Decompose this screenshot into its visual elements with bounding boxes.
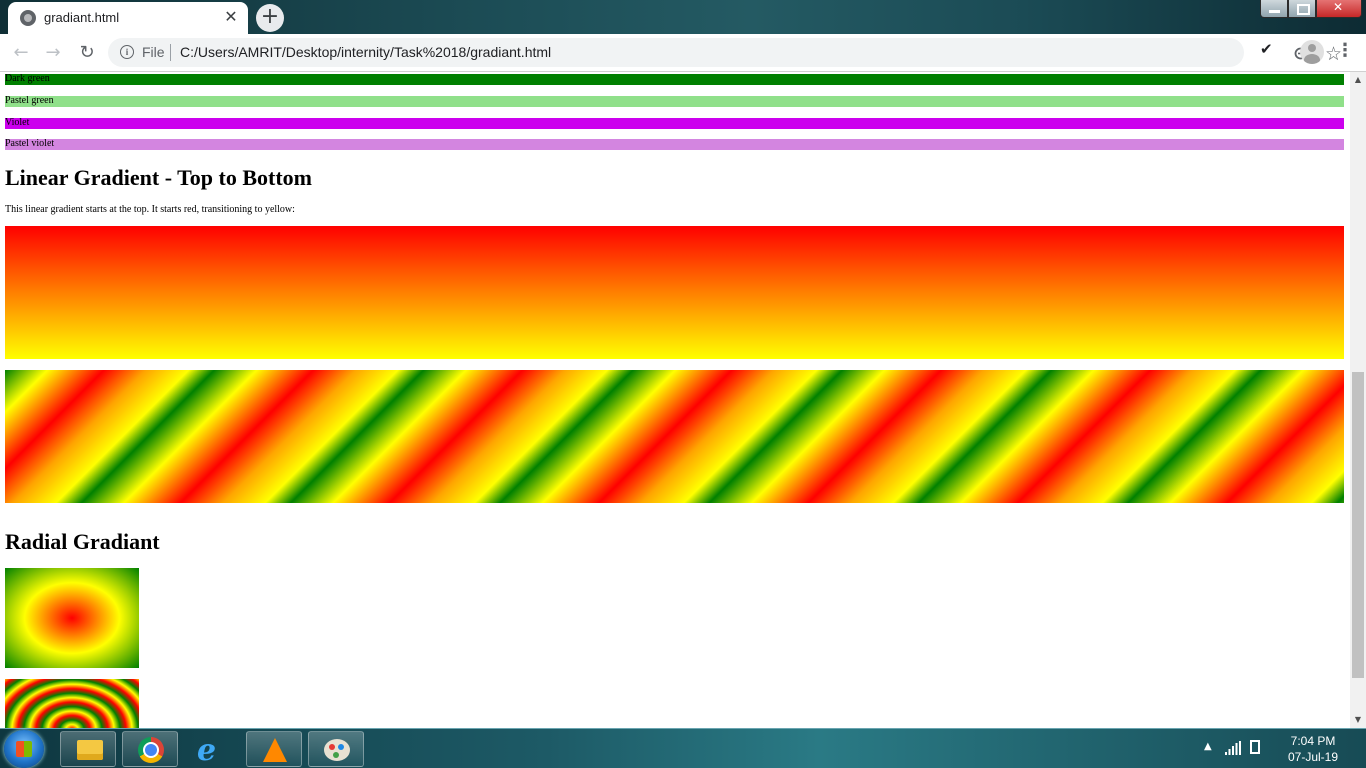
taskbar-clock[interactable]: 7:04 PM 07-Jul-19 [1280,733,1346,765]
color-bar-dark-green: Dark green [5,73,1344,85]
color-bar-pastel-violet: Pastel violet [5,138,1344,150]
address-bar[interactable]: i File C:/Users/AMRIT/Desktop/internity/… [108,38,1342,67]
color-bar-label: Pastel green [5,95,54,106]
taskbar-vlc[interactable] [246,731,302,767]
browser-tab[interactable]: gradiant.html ✕ [8,2,248,34]
linear-gradient-top-to-bottom [5,226,1344,359]
windows-taskbar: e ▲ 7:04 PM 07-Jul-19 [0,728,1366,768]
chrome-icon [138,737,164,763]
omnibox-separator [170,44,171,61]
close-window-button[interactable] [1316,0,1362,18]
show-hidden-icons-icon[interactable]: ▲ [1204,741,1212,752]
repeating-radial-gradient-box [5,679,139,728]
repeating-linear-gradient [5,370,1344,503]
kebab-menu-icon[interactable]: ⋮ [1336,40,1354,62]
vertical-scrollbar[interactable]: ▲ ▼ [1350,72,1366,728]
profile-avatar-icon[interactable] [1300,40,1324,64]
minimize-button[interactable] [1260,0,1288,18]
taskbar-chrome[interactable] [122,731,178,767]
extension-check-icon[interactable]: ✔ [1260,40,1273,58]
linear-gradient-heading: Linear Gradient - Top to Bottom [5,165,313,190]
scroll-down-arrow-icon[interactable]: ▼ [1350,712,1366,728]
power-plug-icon[interactable] [1250,740,1260,754]
page-viewport: Dark green Pastel green Violet Pastel vi… [0,72,1350,728]
network-signal-icon[interactable] [1225,741,1241,755]
new-tab-button[interactable]: + [256,4,284,32]
clock-date: 07-Jul-19 [1287,750,1339,764]
color-bar-label: Dark green [5,73,50,84]
color-bar-pastel-green: Pastel green [5,95,1344,107]
browser-toolbar: ← → ↻ i File C:/Users/AMRIT/Desktop/inte… [0,34,1366,72]
forward-arrow-icon[interactable]: → [42,42,64,64]
taskbar-internet-explorer[interactable]: e [184,731,240,768]
vlc-cone-icon [263,738,287,762]
linear-gradient-description: This linear gradient starts at the top. … [5,204,295,215]
radial-gradient-heading: Radial Gradiant [5,529,160,554]
internet-explorer-icon: e [197,733,217,768]
tab-strip: gradiant.html ✕ + [0,0,1366,34]
taskbar-file-explorer[interactable] [60,731,116,767]
folder-icon [77,740,103,760]
color-bar-label: Violet [5,117,30,128]
paint-palette-icon [324,739,350,761]
info-icon[interactable]: i [120,45,134,59]
color-bar-violet: Violet [5,117,1344,129]
taskbar-paint[interactable] [308,731,364,767]
reload-icon[interactable]: ↻ [76,42,98,64]
globe-icon [20,10,36,26]
close-tab-icon[interactable]: ✕ [222,8,240,26]
clock-time: 7:04 PM [1290,734,1336,748]
scrollbar-thumb[interactable] [1352,372,1364,678]
scheme-label: File [142,44,165,60]
color-bar-label: Pastel violet [5,138,55,149]
radial-gradient-box [5,568,139,668]
url-text[interactable]: C:/Users/AMRIT/Desktop/internity/Task%20… [180,44,551,60]
start-button[interactable] [4,730,44,768]
back-arrow-icon[interactable]: ← [10,42,32,64]
tab-title: gradiant.html [44,10,120,25]
scroll-up-arrow-icon[interactable]: ▲ [1350,72,1366,88]
maximize-button[interactable] [1288,0,1316,18]
